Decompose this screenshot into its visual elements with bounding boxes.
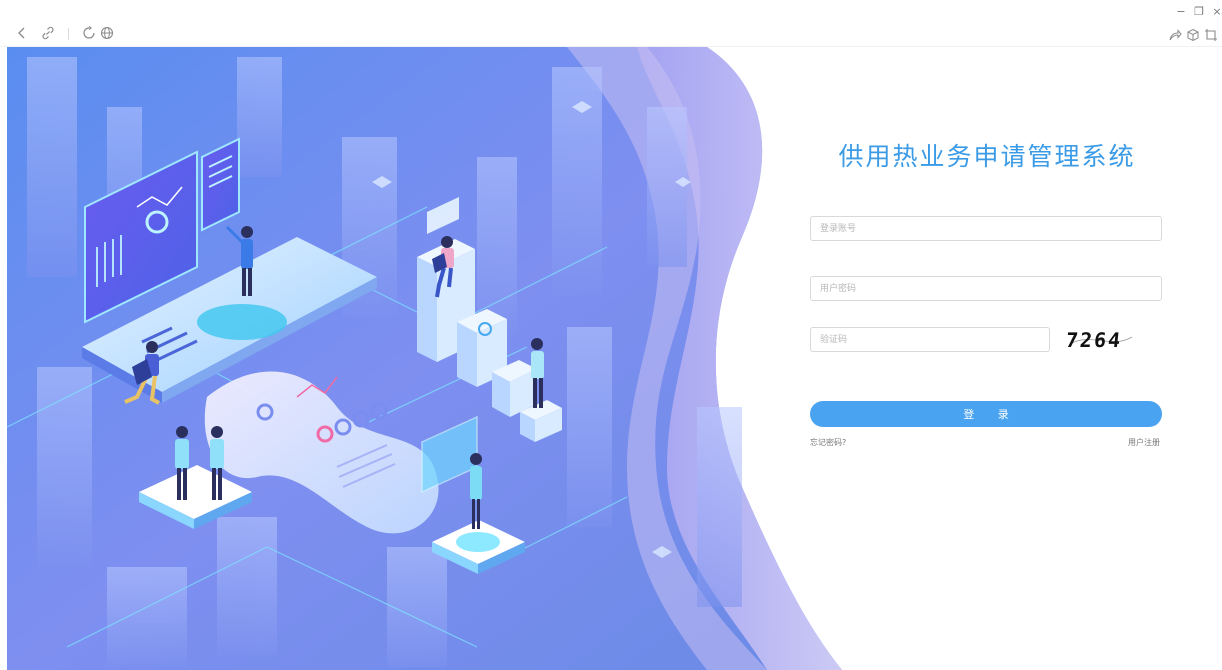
- globe-button[interactable]: [98, 24, 116, 42]
- globe-icon: [100, 26, 114, 40]
- chevron-left-icon: [18, 27, 25, 39]
- share-icon: [1169, 29, 1182, 41]
- link-icon: [42, 26, 54, 40]
- account-input[interactable]: [810, 216, 1162, 241]
- extensions-button[interactable]: [1184, 26, 1202, 44]
- screenshot-button[interactable]: [1202, 26, 1220, 44]
- login-button[interactable]: 登 录: [810, 401, 1162, 427]
- restore-button[interactable]: ❐: [1192, 3, 1206, 19]
- back-button[interactable]: [13, 24, 31, 42]
- copy-link-button[interactable]: [39, 24, 57, 42]
- captcha-image[interactable]: 7264: [1062, 325, 1162, 355]
- register-link[interactable]: 用户注册: [1128, 437, 1160, 448]
- captcha-input[interactable]: [810, 327, 1050, 352]
- forgot-password-link[interactable]: 忘记密码?: [810, 437, 846, 448]
- isometric-illustration: [7, 47, 842, 670]
- password-input[interactable]: [810, 276, 1162, 301]
- toolbar-divider: [68, 28, 69, 40]
- refresh-icon: [83, 26, 95, 39]
- share-button[interactable]: [1166, 26, 1184, 44]
- screenshot-icon: [1205, 29, 1217, 41]
- captcha-text: 7264: [1064, 328, 1124, 352]
- system-title: 供用热业务申请管理系统: [838, 142, 1136, 171]
- minimize-button[interactable]: −: [1174, 3, 1188, 19]
- refresh-button[interactable]: [80, 24, 98, 42]
- browser-toolbar: − ❐ ×: [0, 0, 1222, 47]
- cube-icon: [1187, 28, 1199, 42]
- close-button[interactable]: ×: [1210, 3, 1222, 19]
